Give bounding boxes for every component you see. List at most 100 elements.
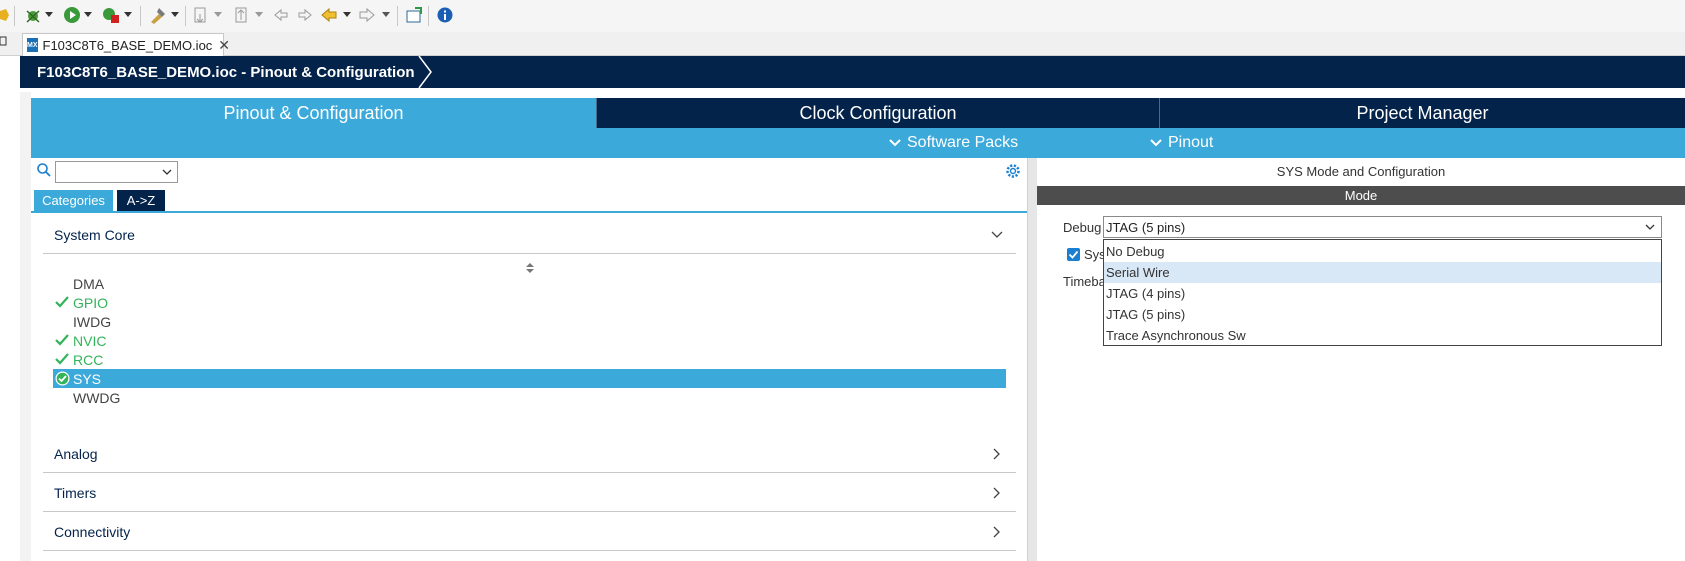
list-item-nvic[interactable]: NVIC bbox=[53, 331, 1006, 350]
dropdown-arrow-icon[interactable] bbox=[214, 5, 222, 25]
list-item-gpio[interactable]: GPIO bbox=[53, 293, 1006, 312]
section-label: System Core bbox=[54, 226, 135, 243]
option-trace-async[interactable]: Trace Asynchronous Sw bbox=[1104, 325, 1661, 346]
tab-label: Clock Configuration bbox=[799, 102, 957, 123]
editor-tab-strip bbox=[0, 32, 1685, 56]
chevron-down-icon bbox=[1644, 221, 1656, 236]
check-circle-icon bbox=[55, 371, 70, 389]
section-timers[interactable]: Timers bbox=[43, 474, 1016, 512]
back-arrow-icon[interactable] bbox=[320, 5, 338, 25]
open-perspective-icon[interactable] bbox=[405, 5, 423, 25]
item-label: SYS bbox=[73, 370, 102, 387]
panel-splitter[interactable] bbox=[1027, 158, 1037, 561]
item-label: GPIO bbox=[73, 294, 109, 311]
check-icon bbox=[55, 333, 69, 350]
section-label: Connectivity bbox=[54, 523, 131, 540]
pinout-label: Pinout bbox=[1168, 134, 1214, 151]
toolbar-separator bbox=[140, 6, 141, 26]
info-icon[interactable] bbox=[437, 5, 453, 25]
dropdown-arrow-icon[interactable] bbox=[45, 5, 53, 25]
toolbar-separator bbox=[428, 6, 429, 26]
section-connectivity[interactable]: Connectivity bbox=[43, 513, 1016, 551]
chevron-down-icon bbox=[1150, 139, 1162, 147]
list-item-rcc[interactable]: RCC bbox=[53, 350, 1006, 369]
debug-label: Debug bbox=[1063, 220, 1102, 235]
panel-title: SYS Mode and Configuration bbox=[1276, 164, 1446, 179]
mx-file-icon: MX bbox=[27, 38, 38, 52]
search-input[interactable] bbox=[55, 161, 178, 183]
view-menu-icon[interactable] bbox=[0, 35, 8, 50]
chevron-right-icon bbox=[990, 525, 1004, 544]
next-annotation-icon[interactable] bbox=[192, 5, 210, 25]
tab-underline bbox=[31, 211, 1027, 213]
dropdown-arrow-icon[interactable] bbox=[124, 5, 132, 25]
tab-label: A->Z bbox=[126, 193, 156, 208]
dropdown-arrow-icon[interactable] bbox=[84, 5, 92, 25]
external-tools-icon[interactable] bbox=[102, 5, 120, 25]
check-icon bbox=[55, 295, 69, 312]
tab-pinout-configuration[interactable]: Pinout & Configuration bbox=[31, 98, 596, 128]
list-item-wwdg[interactable]: WWDG bbox=[53, 388, 1006, 407]
last-edit-icon[interactable] bbox=[272, 5, 290, 25]
prev-annotation-icon[interactable] bbox=[233, 5, 251, 25]
item-label: RCC bbox=[73, 351, 104, 368]
section-label: Analog bbox=[54, 445, 98, 462]
list-item-iwdg[interactable]: IWDG bbox=[53, 312, 1006, 331]
main-tabs: Pinout & Configuration Clock Configurati… bbox=[31, 98, 1685, 128]
option-no-debug[interactable]: No Debug bbox=[1104, 241, 1661, 262]
mode-header: Mode bbox=[1037, 186, 1685, 205]
software-packs-label: Software Packs bbox=[907, 134, 1019, 151]
section-analog[interactable]: Analog bbox=[43, 435, 1016, 473]
sys-wakeup-checkbox[interactable] bbox=[1067, 248, 1080, 261]
close-tab-icon[interactable]: ✕ bbox=[218, 37, 230, 54]
section-label: Timers bbox=[54, 484, 97, 501]
breadcrumb-chevron-icon bbox=[418, 56, 432, 88]
toolbar-separator bbox=[185, 6, 186, 26]
tab-project-manager[interactable]: Project Manager bbox=[1159, 98, 1685, 128]
item-label: NVIC bbox=[73, 332, 107, 349]
file-tab-label: F103C8T6_BASE_DEMO.ioc bbox=[42, 37, 213, 53]
sub-menu-bar bbox=[31, 128, 1685, 158]
mode-header-label: Mode bbox=[1344, 188, 1378, 203]
debug-bug-icon[interactable] bbox=[24, 5, 42, 25]
debug-dropdown-list: No Debug Serial Wire JTAG (4 pins) JTAG … bbox=[1103, 239, 1662, 346]
section-system-core[interactable]: System Core bbox=[43, 216, 1016, 254]
run-icon[interactable] bbox=[63, 5, 81, 25]
option-jtag-5-pins[interactable]: JTAG (5 pins) bbox=[1104, 304, 1661, 325]
tab-clock-configuration[interactable]: Clock Configuration bbox=[596, 98, 1159, 128]
check-icon bbox=[55, 352, 69, 369]
option-jtag-4-pins[interactable]: JTAG (4 pins) bbox=[1104, 283, 1661, 304]
pinout-menu[interactable]: Pinout bbox=[1150, 128, 1213, 158]
hand-icon[interactable] bbox=[0, 5, 10, 25]
tab-categories[interactable]: Categories bbox=[34, 190, 113, 211]
toolbar-separator bbox=[14, 6, 15, 26]
tab-label: Project Manager bbox=[1356, 102, 1489, 123]
item-label: IWDG bbox=[73, 313, 112, 330]
dropdown-arrow-icon[interactable] bbox=[255, 5, 263, 25]
list-item-dma[interactable]: DMA bbox=[53, 274, 1006, 293]
debug-select-value: JTAG (5 pins) bbox=[1106, 219, 1186, 235]
option-label: Serial Wire bbox=[1106, 265, 1170, 280]
option-label: No Debug bbox=[1106, 244, 1165, 259]
chevron-right-icon bbox=[990, 486, 1004, 505]
software-packs-menu[interactable]: Software Packs bbox=[889, 128, 1018, 158]
dropdown-arrow-icon[interactable] bbox=[382, 5, 390, 25]
forward-arrow-icon[interactable] bbox=[358, 5, 376, 25]
tools-icon[interactable] bbox=[149, 5, 167, 25]
chevron-down-icon bbox=[990, 228, 1004, 247]
next-edit-icon[interactable] bbox=[296, 5, 314, 25]
tab-label: Pinout & Configuration bbox=[223, 102, 404, 123]
tab-a-z[interactable]: A->Z bbox=[117, 190, 165, 211]
dropdown-arrow-icon[interactable] bbox=[343, 5, 351, 25]
option-label: JTAG (5 pins) bbox=[1106, 307, 1186, 322]
breadcrumb[interactable]: F103C8T6_BASE_DEMO.ioc - Pinout & Config… bbox=[20, 56, 429, 88]
debug-select[interactable]: JTAG (5 pins) bbox=[1103, 216, 1662, 238]
chevron-down-icon bbox=[889, 139, 901, 147]
dropdown-arrow-icon[interactable] bbox=[171, 5, 179, 25]
editor-file-tab[interactable]: MX F103C8T6_BASE_DEMO.ioc ✕ bbox=[22, 33, 230, 56]
list-item-sys[interactable]: SYS bbox=[53, 369, 1006, 388]
chevron-right-icon bbox=[990, 447, 1004, 466]
option-label: Trace Asynchronous Sw bbox=[1106, 328, 1246, 343]
option-serial-wire[interactable]: Serial Wire bbox=[1104, 262, 1661, 283]
gear-icon[interactable] bbox=[1005, 163, 1021, 184]
